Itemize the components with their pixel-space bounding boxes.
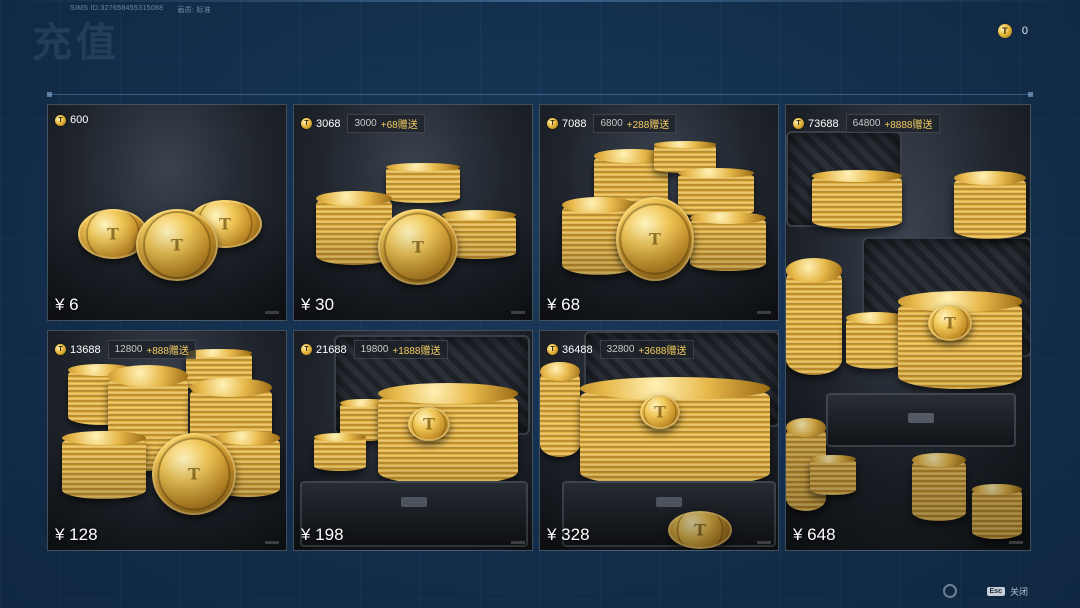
package-base: 19800 xyxy=(360,344,389,355)
gold-coin-icon: T xyxy=(793,118,804,129)
package-price: ¥ 6 xyxy=(55,295,79,314)
package-bonus: +888赠送 xyxy=(146,346,189,357)
gold-coin-icon: T xyxy=(55,344,66,355)
package-amount: T 13688 12800 +888赠送 xyxy=(55,340,196,359)
package-bonus: +68赠送 xyxy=(380,120,418,131)
package-total: 600 xyxy=(70,114,89,126)
package-amount: T 7088 6800 +288赠送 xyxy=(547,114,677,133)
quality-label: 画质: 标准 xyxy=(177,7,212,14)
package-price: ¥ 198 xyxy=(301,525,344,544)
bonus-badge: 64800 +8888赠送 xyxy=(845,114,940,133)
package-card-600[interactable]: T 600 ¥ 6 xyxy=(47,104,287,321)
package-card-36488[interactable]: T 36488 32800 +3688赠送 ¥ 328 xyxy=(539,330,779,551)
package-base: 3000 xyxy=(354,118,377,129)
page-title: 充值 xyxy=(32,20,120,66)
package-price: ¥ 30 xyxy=(301,295,335,314)
package-price: ¥ 68 xyxy=(547,295,581,314)
package-total: 73688 xyxy=(808,117,839,130)
corner-decoration xyxy=(1009,541,1023,544)
package-total: 13688 xyxy=(70,343,101,356)
corner-decoration xyxy=(511,311,525,314)
package-bonus: +288赠送 xyxy=(626,120,670,131)
corner-decoration xyxy=(511,541,525,544)
bonus-badge: 19800 +1888赠送 xyxy=(353,340,448,359)
package-price: ¥ 128 xyxy=(55,525,98,544)
package-total: 36488 xyxy=(562,343,593,356)
package-card-7088[interactable]: T 7088 6800 +288赠送 ¥ 68 xyxy=(539,104,779,321)
bonus-badge: 3000 +68赠送 xyxy=(347,114,425,133)
package-amount: T 21688 19800 +1888赠送 xyxy=(301,340,448,359)
footer-bar: Esc 关闭 xyxy=(942,584,1028,598)
corner-decoration xyxy=(757,311,771,314)
package-total: 21688 xyxy=(316,343,347,356)
gold-coin-icon: T xyxy=(55,114,66,126)
package-price: ¥ 648 xyxy=(793,525,836,544)
package-amount: T 3068 3000 +68赠送 xyxy=(301,114,425,133)
package-base: 64800 xyxy=(852,118,881,129)
bonus-badge: 12800 +888赠送 xyxy=(107,340,196,359)
balance-value: 0 xyxy=(1021,25,1028,37)
package-bonus: +3688赠送 xyxy=(638,346,687,357)
corner-decoration xyxy=(757,541,771,544)
package-price: ¥ 328 xyxy=(547,525,590,544)
package-card-21688[interactable]: T 21688 19800 +1888赠送 ¥ 198 xyxy=(293,330,533,551)
package-total: 3068 xyxy=(316,117,341,130)
header-divider xyxy=(47,92,1033,97)
package-bonus: +8888赠送 xyxy=(884,120,933,131)
top-border xyxy=(0,0,1080,2)
currency-balance: T 0 xyxy=(997,24,1028,38)
close-label: 关闭 xyxy=(1009,586,1028,597)
bonus-badge: 32800 +3688赠送 xyxy=(599,340,694,359)
corner-decoration xyxy=(265,311,279,314)
esc-key-icon: Esc xyxy=(986,586,1005,596)
package-total: 7088 xyxy=(562,117,587,130)
package-base: 32800 xyxy=(606,344,635,355)
package-base: 6800 xyxy=(600,118,623,129)
package-grid: T 600 ¥ 6 T 3068 3000 +68赠送 ¥ 30 xyxy=(47,104,1033,552)
gold-coin-icon: T xyxy=(547,344,558,355)
package-card-13688[interactable]: T 13688 12800 +888赠送 ¥ 128 xyxy=(47,330,287,551)
close-button[interactable]: Esc 关闭 xyxy=(986,585,1028,598)
gold-coin-icon: T xyxy=(301,118,312,129)
gold-coin-icon: T xyxy=(997,24,1012,38)
package-card-73688[interactable]: T 73688 64800 +8888赠送 ¥ 648 xyxy=(785,104,1031,551)
gold-coin-icon: T xyxy=(547,118,558,129)
loading-ring-icon xyxy=(942,584,957,598)
bonus-badge: 6800 +288赠送 xyxy=(593,114,677,133)
package-card-3068[interactable]: T 3068 3000 +68赠送 ¥ 30 xyxy=(293,104,533,321)
corner-decoration xyxy=(265,541,279,544)
gold-coin-icon: T xyxy=(301,344,312,355)
package-bonus: +1888赠送 xyxy=(392,346,441,357)
package-amount: T 36488 32800 +3688赠送 xyxy=(547,340,694,359)
package-amount: T 600 xyxy=(55,114,88,126)
package-amount: T 73688 64800 +8888赠送 xyxy=(793,114,940,133)
package-base: 12800 xyxy=(114,344,143,355)
